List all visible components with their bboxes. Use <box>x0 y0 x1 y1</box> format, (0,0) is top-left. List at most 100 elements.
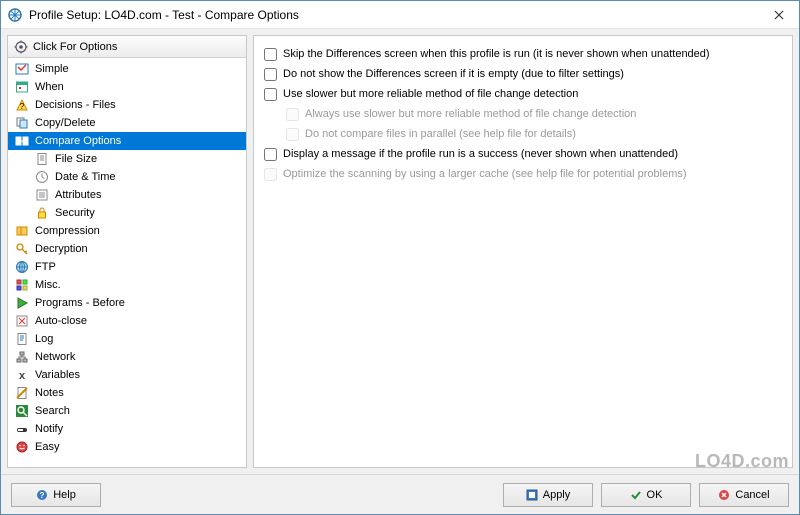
cancel-button[interactable]: Cancel <box>699 483 789 507</box>
nav-label: Attributes <box>55 189 101 201</box>
nav-network[interactable]: Network <box>8 348 246 366</box>
option-label: Optimize the scanning by using a larger … <box>283 168 687 180</box>
svg-text:x: x <box>19 370 26 382</box>
nav-label: Decryption <box>35 243 88 255</box>
nav-security[interactable]: Security <box>8 204 246 222</box>
log-icon <box>14 331 30 347</box>
option-label: Do not compare files in parallel (see he… <box>305 128 576 140</box>
misc-icon <box>14 277 30 293</box>
option-label: Do not show the Differences screen if it… <box>283 68 624 80</box>
svg-text:?: ? <box>40 491 45 500</box>
nav-label: Notes <box>35 387 64 399</box>
window-title: Profile Setup: LO4D.com - Test - Compare… <box>29 8 759 22</box>
nav-when[interactable]: When <box>8 78 246 96</box>
checkbox[interactable] <box>264 148 277 161</box>
nav-attributes[interactable]: Attributes <box>8 186 246 204</box>
nav-notify[interactable]: Notify <box>8 420 246 438</box>
search-icon <box>14 403 30 419</box>
nav-compression[interactable]: Compression <box>8 222 246 240</box>
button-label: Help <box>53 489 76 501</box>
checkbox[interactable] <box>264 88 277 101</box>
clock-icon <box>34 169 50 185</box>
opt-skip-differences[interactable]: Skip the Differences screen when this pr… <box>264 44 782 64</box>
option-label: Skip the Differences screen when this pr… <box>283 48 710 60</box>
ftp-icon <box>14 259 30 275</box>
decisions-icon: ? <box>14 97 30 113</box>
ok-icon <box>630 489 642 501</box>
nav-label: Network <box>35 351 75 363</box>
attributes-icon <box>34 187 50 203</box>
button-label: Cancel <box>735 489 769 501</box>
nav-label: Variables <box>35 369 80 381</box>
simple-icon <box>14 61 30 77</box>
opt-display-success[interactable]: Display a message if the profile run is … <box>264 144 782 164</box>
nav-label: Decisions - Files <box>35 99 116 111</box>
options-panel: Skip the Differences screen when this pr… <box>253 35 793 468</box>
apply-button[interactable]: Apply <box>503 483 593 507</box>
option-label: Use slower but more reliable method of f… <box>283 88 578 100</box>
nav-ftp[interactable]: FTP <box>8 258 246 276</box>
network-icon <box>14 349 30 365</box>
nav-label: Simple <box>35 63 69 75</box>
nav-simple[interactable]: Simple <box>8 60 246 78</box>
nav-easy[interactable]: Easy <box>8 438 246 456</box>
nav-label: FTP <box>35 261 56 273</box>
ok-button[interactable]: OK <box>601 483 691 507</box>
nav-label: Auto-close <box>35 315 87 327</box>
checkbox[interactable] <box>264 48 277 61</box>
nav-misc[interactable]: Misc. <box>8 276 246 294</box>
nav-variables[interactable]: x Variables <box>8 366 246 384</box>
nav-label: Log <box>35 333 53 345</box>
main-area: Click For Options Simple When ? Decision… <box>1 29 799 474</box>
nav-copydelete[interactable]: Copy/Delete <box>8 114 246 132</box>
checkbox[interactable] <box>264 68 277 81</box>
help-button[interactable]: ? Help <box>11 483 101 507</box>
nav-compare-options[interactable]: Compare Options <box>8 132 246 150</box>
gear-icon <box>14 40 28 54</box>
dialog-body: Click For Options Simple When ? Decision… <box>1 29 799 514</box>
close-button[interactable] <box>759 1 799 29</box>
nav-label: Notify <box>35 423 63 435</box>
nav-label: Date & Time <box>55 171 116 183</box>
svg-text:?: ? <box>20 102 25 111</box>
titlebar: Profile Setup: LO4D.com - Test - Compare… <box>1 1 799 29</box>
option-label: Always use slower but more reliable meth… <box>305 108 636 120</box>
nav-label: Misc. <box>35 279 61 291</box>
nav-label: Copy/Delete <box>35 117 96 129</box>
nav-programs-before[interactable]: Programs - Before <box>8 294 246 312</box>
nav-label: When <box>35 81 64 93</box>
nav-autoclose[interactable]: Auto-close <box>8 312 246 330</box>
app-icon <box>7 7 23 23</box>
variables-icon: x <box>14 367 30 383</box>
button-label: Apply <box>543 489 571 501</box>
nav-notes[interactable]: Notes <box>8 384 246 402</box>
opt-optimize-cache: Optimize the scanning by using a larger … <box>264 164 782 184</box>
button-label: OK <box>647 489 663 501</box>
nav-search[interactable]: Search <box>8 402 246 420</box>
nav-tree: Simple When ? Decisions - Files Copy/Del… <box>8 58 246 467</box>
nav-label: Programs - Before <box>35 297 125 309</box>
compare-icon <box>14 133 30 149</box>
help-icon: ? <box>36 489 48 501</box>
options-dropdown-header[interactable]: Click For Options <box>8 36 246 58</box>
button-bar: ? Help Apply OK Cancel <box>1 474 799 514</box>
checkbox <box>286 128 299 141</box>
opt-slower-reliable[interactable]: Use slower but more reliable method of f… <box>264 84 782 104</box>
sidebar: Click For Options Simple When ? Decision… <box>7 35 247 468</box>
nav-label: Compression <box>35 225 100 237</box>
opt-always-slower: Always use slower but more reliable meth… <box>264 104 782 124</box>
nav-label: Security <box>55 207 95 219</box>
nav-file-size[interactable]: File Size <box>8 150 246 168</box>
lock-icon <box>34 205 50 221</box>
nav-date-time[interactable]: Date & Time <box>8 168 246 186</box>
cancel-icon <box>718 489 730 501</box>
notify-icon <box>14 421 30 437</box>
easy-icon <box>14 439 30 455</box>
nav-decisions[interactable]: ? Decisions - Files <box>8 96 246 114</box>
options-header-label: Click For Options <box>33 41 117 53</box>
opt-hide-empty-diff[interactable]: Do not show the Differences screen if it… <box>264 64 782 84</box>
nav-label: Compare Options <box>35 135 121 147</box>
nav-log[interactable]: Log <box>8 330 246 348</box>
nav-decryption[interactable]: Decryption <box>8 240 246 258</box>
checkbox <box>264 168 277 181</box>
